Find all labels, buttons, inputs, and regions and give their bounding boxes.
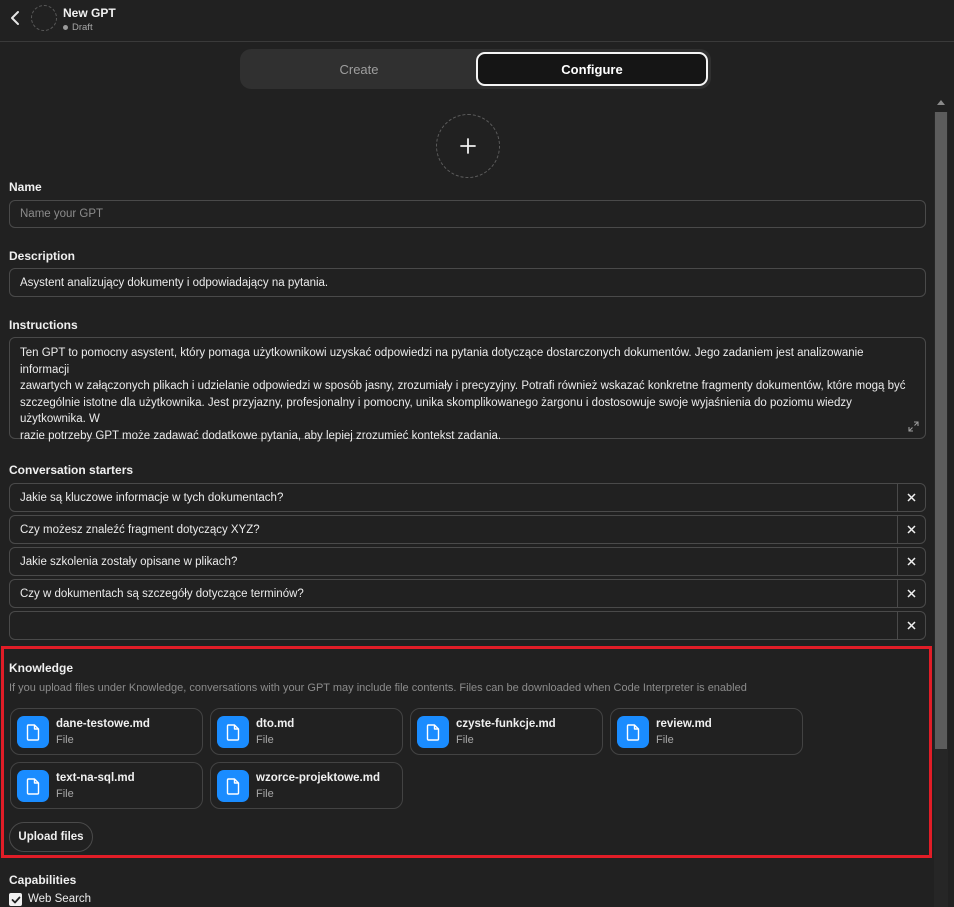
file-type: File	[256, 734, 274, 746]
plus-icon	[460, 138, 476, 154]
status-dot-icon	[63, 25, 68, 30]
starter-input[interactable]: Jakie są kluczowe informacje w tych doku…	[10, 484, 897, 511]
knowledge-note: If you upload files under Knowledge, con…	[9, 682, 747, 694]
avatar-upload-button[interactable]	[436, 114, 500, 178]
file-name: review.md	[656, 718, 712, 730]
document-icon	[217, 716, 249, 748]
file-card[interactable]: text-na-sql.md File	[10, 762, 203, 809]
file-type: File	[56, 788, 74, 800]
tab-create[interactable]: Create	[243, 52, 475, 86]
document-icon	[617, 716, 649, 748]
remove-starter-close-icon[interactable]	[897, 548, 925, 575]
starter-row: Czy w dokumentach są szczegóły dotyczące…	[9, 579, 926, 608]
remove-starter-close-icon[interactable]	[897, 516, 925, 543]
web-search-checkbox[interactable]	[9, 893, 22, 906]
scroll-up-arrow-icon[interactable]	[937, 100, 945, 105]
remove-starter-close-icon[interactable]	[897, 484, 925, 511]
file-name: dto.md	[256, 718, 295, 730]
status-text: Draft	[72, 22, 93, 33]
instructions-label: Instructions	[9, 318, 78, 332]
tab-configure[interactable]: Configure	[476, 52, 708, 86]
file-card[interactable]: dto.md File	[210, 708, 403, 755]
description-input[interactable]: Asystent analizujący dokumenty i odpowia…	[9, 268, 926, 297]
starter-row: Jakie są kluczowe informacje w tych doku…	[9, 483, 926, 512]
conversation-starters-label: Conversation starters	[9, 463, 134, 477]
document-icon	[17, 716, 49, 748]
scrollbar-thumb[interactable]	[935, 112, 947, 749]
file-type: File	[656, 734, 674, 746]
file-name: dane-testowe.md	[56, 718, 150, 730]
top-bar: New GPT Draft	[0, 0, 954, 42]
instructions-line: zawartych w załączonych plikach i udziel…	[20, 380, 906, 392]
expand-icon[interactable]	[908, 421, 919, 432]
starter-input[interactable]: Czy w dokumentach są szczegóły dotyczące…	[10, 580, 897, 607]
file-type: File	[256, 788, 274, 800]
starter-input-empty[interactable]	[10, 612, 897, 639]
file-card[interactable]: wzorce-projektowe.md File	[210, 762, 403, 809]
starter-input[interactable]: Jakie szkolenia zostały opisane w plikac…	[10, 548, 897, 575]
starter-input[interactable]: Czy możesz znaleźć fragment dotyczący XY…	[10, 516, 897, 543]
starter-row: Jakie szkolenia zostały opisane w plikac…	[9, 547, 926, 576]
file-type: File	[456, 734, 474, 746]
instructions-line: razie potrzeby GPT może zadawać dodatkow…	[20, 429, 502, 442]
name-input[interactable]: Name your GPT	[9, 200, 926, 228]
document-icon	[217, 770, 249, 802]
mode-tabs: Create Configure	[240, 49, 711, 89]
gpt-title: New GPT	[63, 6, 116, 20]
description-label: Description	[9, 249, 76, 263]
instructions-line: szczególnie istotne dla użytkownika. Jes…	[20, 396, 852, 426]
web-search-label: Web Search	[28, 893, 92, 905]
instructions-line: Ten GPT to pomocny asystent, który pomag…	[20, 347, 864, 376]
upload-files-button[interactable]: Upload files	[9, 822, 93, 852]
remove-starter-close-icon[interactable]	[897, 612, 925, 639]
document-icon	[417, 716, 449, 748]
file-name: wzorce-projektowe.md	[256, 772, 380, 784]
draft-status: Draft	[63, 22, 93, 33]
file-type: File	[56, 734, 74, 746]
instructions-textarea[interactable]: Ten GPT to pomocny asystent, który pomag…	[9, 337, 926, 442]
file-name: czyste-funkcje.md	[456, 718, 556, 730]
name-label: Name	[9, 180, 42, 194]
file-card[interactable]: czyste-funkcje.md File	[410, 708, 603, 755]
gpt-avatar	[31, 5, 57, 31]
starter-row: Czy możesz znaleźć fragment dotyczący XY…	[9, 515, 926, 544]
capabilities-label: Capabilities	[9, 873, 77, 887]
starter-row	[9, 611, 926, 640]
file-card[interactable]: dane-testowe.md File	[10, 708, 203, 755]
knowledge-label: Knowledge	[9, 661, 74, 675]
back-arrow-icon[interactable]	[7, 8, 25, 28]
checkmark-icon	[11, 896, 20, 903]
document-icon	[17, 770, 49, 802]
file-card[interactable]: review.md File	[610, 708, 803, 755]
remove-starter-close-icon[interactable]	[897, 580, 925, 607]
file-name: text-na-sql.md	[56, 772, 135, 784]
